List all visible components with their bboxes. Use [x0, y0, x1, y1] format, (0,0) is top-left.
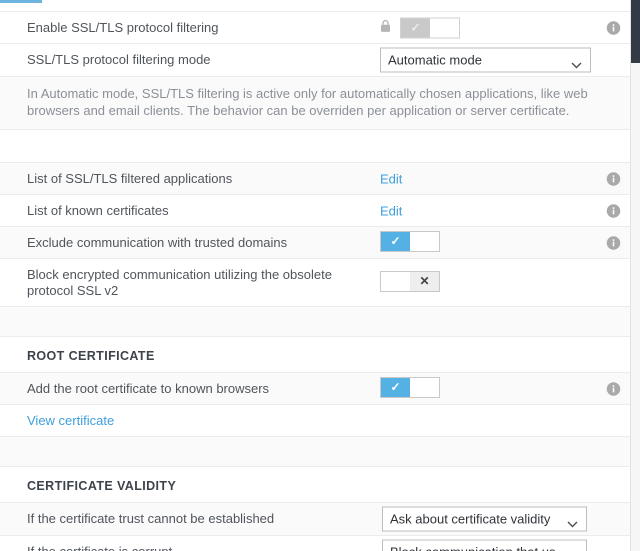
row-label-known-certificates: List of known certificates: [27, 203, 169, 219]
known-certificates-control: Edit: [380, 203, 402, 218]
trust-not-established-control: Ask about certificate validity: [382, 507, 587, 532]
row-filtering-mode: SSL/TLS protocol filtering mode Automati…: [0, 44, 630, 77]
filtering-mode-description: In Automatic mode, SSL/TLS filtering is …: [0, 77, 630, 130]
edit-known-certificates-link[interactable]: Edit: [380, 203, 402, 218]
section-heading-root-certificate: ROOT CERTIFICATE: [0, 337, 630, 373]
info-icon[interactable]: [606, 203, 621, 218]
row-label-enable-ssl-filtering: Enable SSL/TLS protocol filtering: [27, 20, 219, 36]
row-label-add-root-certificate: Add the root certificate to known browse…: [27, 381, 269, 397]
info-icon[interactable]: [606, 381, 621, 396]
row-label-certificate-corrupt: If the certificate is corrupt: [27, 544, 172, 551]
trust-not-established-select[interactable]: Ask about certificate validity: [382, 507, 587, 532]
exclude-trusted-domains-toggle[interactable]: ✓: [380, 231, 440, 252]
block-sslv2-control: ✕: [380, 271, 440, 295]
cross-icon: ✕: [419, 275, 429, 287]
toggle-off-half: ✕: [410, 272, 439, 291]
toggle-off-half: [430, 18, 459, 37]
trust-not-established-value: Ask about certificate validity: [390, 512, 550, 527]
row-label-exclude-trusted-domains: Exclude communication with trusted domai…: [27, 235, 287, 251]
chevron-down-icon: [571, 57, 582, 64]
check-icon: ✓: [390, 381, 400, 393]
row-label-block-sslv2: Block encrypted communication utilizing …: [27, 267, 367, 299]
edit-filtered-applications-link[interactable]: Edit: [380, 171, 402, 186]
row-trust-not-established: If the certificate trust cannot be estab…: [0, 503, 630, 536]
scrollbar-thumb[interactable]: [631, 0, 640, 63]
lock-icon-slot: [380, 20, 400, 36]
top-spacer: [0, 0, 630, 12]
section-gap-3: [0, 437, 630, 467]
row-view-certificate: View certificate: [0, 405, 630, 437]
certificate-corrupt-value: Block communication that us...: [390, 545, 566, 551]
info-icon[interactable]: [606, 235, 621, 250]
add-root-certificate-control: ✓: [380, 377, 440, 401]
row-add-root-certificate: Add the root certificate to known browse…: [0, 373, 630, 405]
row-label-filtered-applications: List of SSL/TLS filtered applications: [27, 171, 232, 187]
lock-icon: [380, 20, 391, 36]
view-certificate-link[interactable]: View certificate: [27, 413, 114, 428]
check-icon: ✓: [390, 235, 400, 247]
filtering-mode-select[interactable]: Automatic mode: [380, 48, 591, 73]
row-certificate-corrupt: If the certificate is corrupt Block comm…: [0, 536, 630, 551]
chevron-down-icon: [567, 516, 578, 523]
enable-ssl-filtering-toggle[interactable]: ✓: [400, 17, 460, 38]
toggle-off-half: [410, 232, 439, 251]
block-sslv2-toggle[interactable]: ✕: [380, 271, 440, 292]
vertical-scrollbar[interactable]: [630, 0, 640, 551]
section-gap-2: [0, 307, 630, 337]
row-exclude-trusted-domains: Exclude communication with trusted domai…: [0, 227, 630, 259]
row-block-sslv2: Block encrypted communication utilizing …: [0, 259, 630, 307]
check-icon: ✓: [410, 22, 420, 34]
toggle-off-half: [410, 378, 439, 397]
filtering-mode-control: Automatic mode: [380, 48, 591, 73]
settings-panel: Enable SSL/TLS protocol filtering ✓: [0, 0, 640, 551]
info-icon[interactable]: [606, 20, 621, 35]
exclude-trusted-domains-control: ✓: [380, 231, 440, 255]
section-heading-certificate-validity: CERTIFICATE VALIDITY: [0, 467, 630, 503]
toggle-on-half: [381, 272, 410, 291]
add-root-certificate-toggle[interactable]: ✓: [380, 377, 440, 398]
settings-content: Enable SSL/TLS protocol filtering ✓: [0, 0, 630, 551]
toggle-on-half: ✓: [381, 378, 410, 397]
info-icon[interactable]: [606, 171, 621, 186]
row-label-trust-not-established: If the certificate trust cannot be estab…: [27, 511, 274, 527]
row-filtered-applications: List of SSL/TLS filtered applications Ed…: [0, 163, 630, 195]
row-enable-ssl-filtering: Enable SSL/TLS protocol filtering ✓: [0, 12, 630, 44]
row-label-filtering-mode: SSL/TLS protocol filtering mode: [27, 52, 211, 68]
toggle-on-half: ✓: [381, 232, 410, 251]
enable-ssl-filtering-control: ✓: [380, 17, 460, 38]
certificate-corrupt-select[interactable]: Block communication that us...: [382, 540, 587, 551]
active-tab-underline: [0, 0, 42, 3]
filtering-mode-value: Automatic mode: [388, 53, 482, 68]
row-known-certificates: List of known certificates Edit: [0, 195, 630, 227]
toggle-on-half: ✓: [401, 18, 430, 37]
section-gap-1: [0, 130, 630, 163]
filtered-applications-control: Edit: [380, 171, 402, 186]
certificate-corrupt-control: Block communication that us...: [382, 540, 587, 551]
